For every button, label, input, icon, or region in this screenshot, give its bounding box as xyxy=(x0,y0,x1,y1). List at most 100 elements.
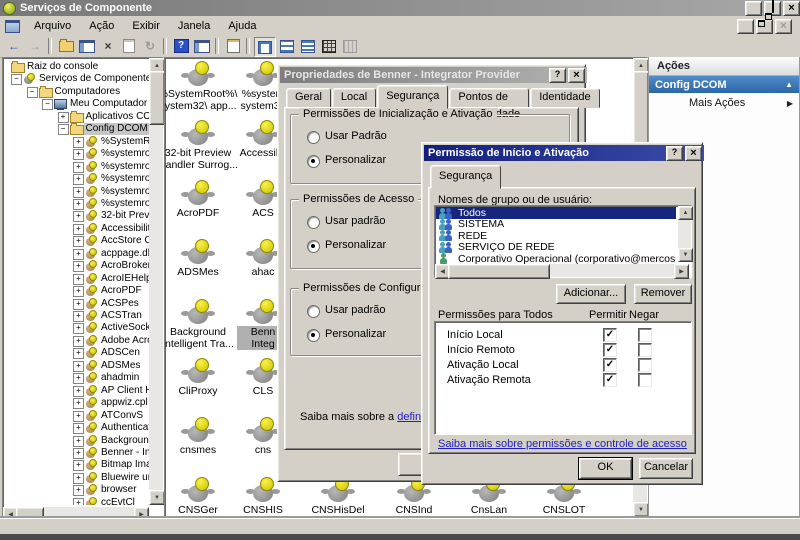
export-list-button[interactable] xyxy=(223,37,243,55)
tree-item[interactable]: +ACSTran xyxy=(3,310,149,322)
tree-item[interactable]: +ActiveSocke xyxy=(3,322,149,334)
tree-item[interactable]: +Bitmap Imag xyxy=(3,459,149,471)
tree-item[interactable]: −Meu Computador xyxy=(3,98,149,110)
tree-expander[interactable]: + xyxy=(73,137,84,148)
tree-expander[interactable]: + xyxy=(73,199,84,210)
back-button[interactable]: ← xyxy=(4,37,24,55)
tree-expander[interactable]: + xyxy=(73,448,84,459)
tree-expander[interactable]: + xyxy=(73,386,84,397)
tree-item[interactable]: −Computadores xyxy=(3,86,149,98)
show-window-button[interactable] xyxy=(192,37,212,55)
close-button[interactable]: × xyxy=(685,146,702,161)
radio-option[interactable] xyxy=(307,155,320,168)
tree-item[interactable]: +%systemroc xyxy=(3,148,149,160)
radio-option[interactable] xyxy=(307,131,320,144)
permission-dialog-titlebar[interactable]: Permissão de Início e Ativação ? × xyxy=(424,145,704,161)
tree-expander[interactable]: − xyxy=(42,99,53,110)
tree-expander[interactable]: − xyxy=(58,124,69,135)
tree-vertical-scrollbar[interactable]: ▲ ▼ xyxy=(149,58,163,505)
radio-option[interactable] xyxy=(307,329,320,342)
tree-expander[interactable]: + xyxy=(73,485,84,496)
access-control-link[interactable]: Saiba mais sobre permissões e controle d… xyxy=(438,438,687,450)
deny-checkbox[interactable] xyxy=(638,373,652,387)
view-large-icons-button[interactable] xyxy=(254,37,276,57)
view-list-button[interactable] xyxy=(298,37,318,55)
radio-option[interactable] xyxy=(307,216,320,229)
actions-group-config-dcom[interactable]: Config DCOM ▲ xyxy=(649,76,799,93)
radio-option[interactable] xyxy=(307,305,320,318)
tree-item[interactable]: +ACSPes xyxy=(3,298,149,310)
collapse-icon[interactable]: ▲ xyxy=(785,80,793,89)
tree-expander[interactable]: + xyxy=(73,174,84,185)
tree-expander[interactable]: + xyxy=(73,274,84,285)
tree-item[interactable]: +browser xyxy=(3,484,149,496)
help-button[interactable]: ? xyxy=(549,68,566,83)
tree-expander[interactable]: − xyxy=(11,74,22,85)
tree-item[interactable]: +Benner - Int xyxy=(3,447,149,459)
user-list-item[interactable]: SERVIÇO DE REDE xyxy=(436,241,676,253)
tab-3[interactable]: Segurança xyxy=(377,85,448,109)
tree-item[interactable]: +AcroBroker xyxy=(3,260,149,272)
tree-item[interactable]: +ADSMes xyxy=(3,360,149,372)
tree-item[interactable]: −Config DCOM xyxy=(3,123,149,135)
tree-expander[interactable]: + xyxy=(73,436,84,447)
tree-expander[interactable]: + xyxy=(73,162,84,173)
tree-expander[interactable]: + xyxy=(73,224,84,235)
window-titlebar[interactable]: Serviços de Componente × xyxy=(0,0,800,16)
tree-item[interactable]: +AcroPDF xyxy=(3,285,149,297)
actions-item-more[interactable]: Mais Ações ▶ xyxy=(649,93,799,113)
tree-expander[interactable]: + xyxy=(73,398,84,409)
tree-expander[interactable]: + xyxy=(73,311,84,322)
deny-checkbox[interactable] xyxy=(638,343,652,357)
tree-expander[interactable]: + xyxy=(73,361,84,372)
tree-expander[interactable]: + xyxy=(73,249,84,260)
tree-expander[interactable]: + xyxy=(73,236,84,247)
ok-button[interactable]: OK xyxy=(579,458,632,479)
tab-2[interactable]: Local xyxy=(332,88,376,108)
tree-expander[interactable]: + xyxy=(73,261,84,272)
delete-button[interactable]: × xyxy=(98,37,118,55)
remove-button[interactable]: Remover xyxy=(634,284,692,304)
tree-item[interactable]: +%SystemRoc xyxy=(3,136,149,148)
tree-item[interactable]: +ATConvS xyxy=(3,410,149,422)
tree-item[interactable]: +AccStore Cla xyxy=(3,235,149,247)
scroll-down-icon[interactable]: ▼ xyxy=(633,502,649,517)
menu-item-5[interactable]: Ajuda xyxy=(219,17,265,35)
tree-expander[interactable]: − xyxy=(27,87,38,98)
child-restore-button[interactable] xyxy=(756,19,773,34)
up-folder-button[interactable] xyxy=(56,37,76,55)
menu-item-1[interactable]: Arquivo xyxy=(25,17,80,35)
tree-item[interactable]: +AP Client Hx xyxy=(3,385,149,397)
tree-item[interactable]: +ADSCen xyxy=(3,347,149,359)
add-button[interactable]: Adicionar... xyxy=(556,284,626,304)
tree-expander[interactable]: + xyxy=(73,187,84,198)
tree-expander[interactable]: + xyxy=(73,211,84,222)
menu-item-3[interactable]: Exibir xyxy=(123,17,169,35)
userlist-hscroll-thumb[interactable] xyxy=(448,264,550,279)
properties-dialog-titlebar[interactable]: Propriedades de Benner - Integrator Prov… xyxy=(280,67,587,83)
tree-expander[interactable]: + xyxy=(73,149,84,160)
userlist-horizontal-scrollbar[interactable]: ◀ ▶ xyxy=(435,264,689,277)
tree-expander[interactable]: + xyxy=(73,411,84,422)
tree-expander[interactable]: + xyxy=(73,423,84,434)
tree-expander[interactable]: + xyxy=(73,473,84,484)
menu-item-2[interactable]: Ação xyxy=(80,17,123,35)
dcom-item-label[interactable]: Background Intelligent Tra... xyxy=(165,326,245,350)
tree-expander[interactable]: + xyxy=(73,336,84,347)
help-button[interactable]: ? xyxy=(666,146,683,161)
child-minimize-button[interactable] xyxy=(737,19,754,34)
deny-checkbox[interactable] xyxy=(638,358,652,372)
tab-1[interactable]: Geral xyxy=(286,88,331,108)
tree-expander[interactable]: + xyxy=(73,460,84,471)
tree-item[interactable]: +Bluewire unp xyxy=(3,472,149,484)
user-list-item[interactable]: SISTEMA xyxy=(436,218,676,230)
tree-vscroll-thumb[interactable] xyxy=(149,71,165,125)
tree-item[interactable]: +ccEvtCl xyxy=(3,497,149,505)
tree-item[interactable]: +Aplicativos COM xyxy=(3,111,149,123)
tree-expander[interactable]: + xyxy=(73,323,84,334)
deny-checkbox[interactable] xyxy=(638,328,652,342)
tree-item[interactable]: Raiz do console xyxy=(3,61,149,73)
refresh-button[interactable]: ↻ xyxy=(140,37,160,55)
scroll-down-icon[interactable]: ▼ xyxy=(678,248,693,262)
tree-expander[interactable]: + xyxy=(73,348,84,359)
